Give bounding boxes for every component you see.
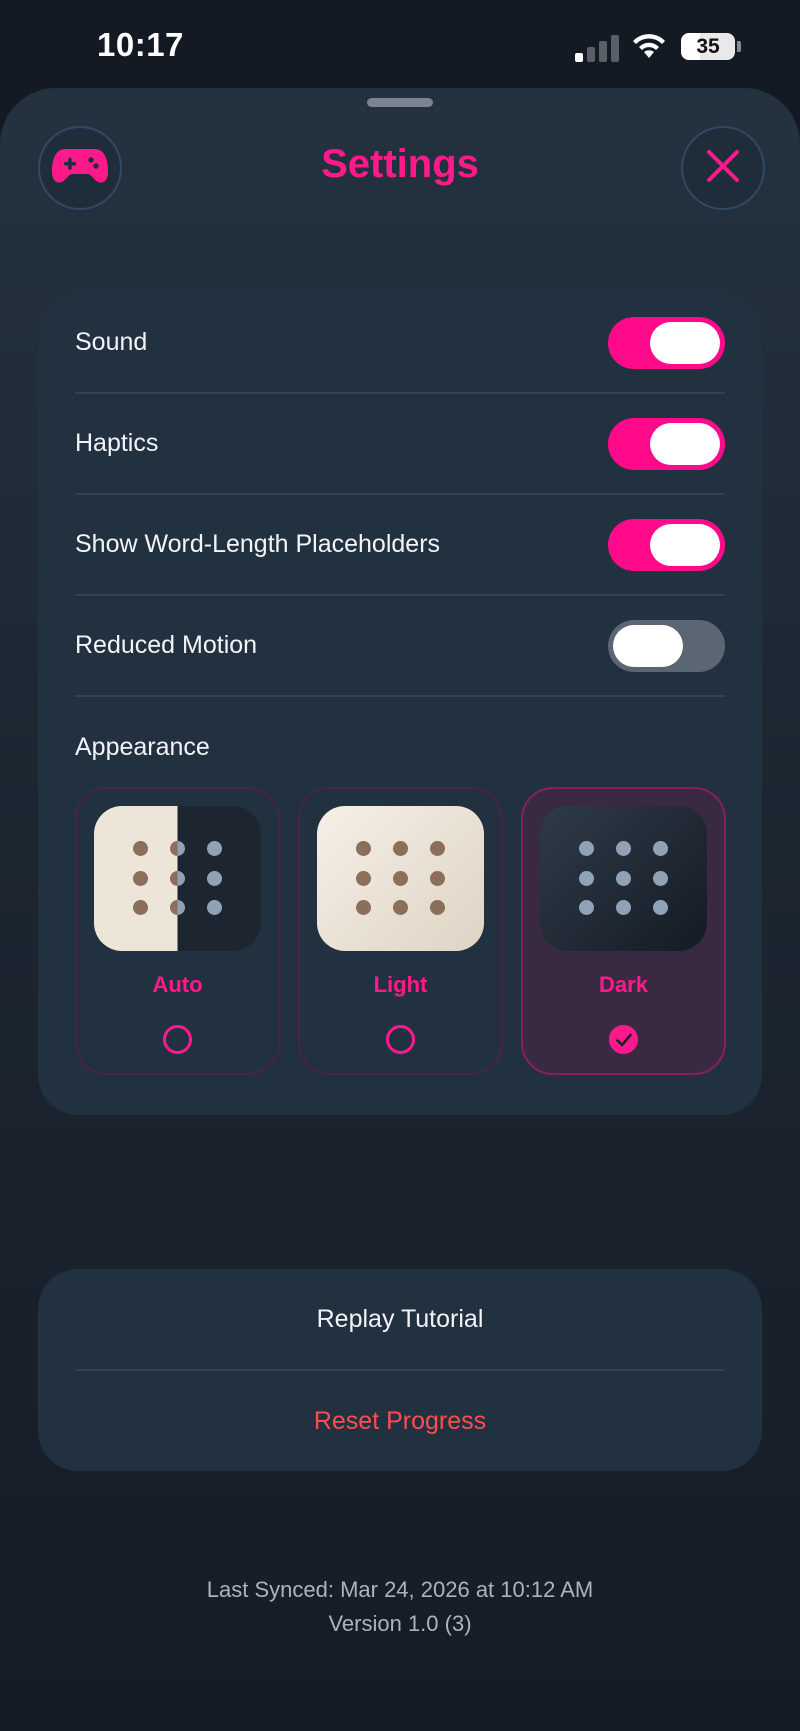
appearance-option-light[interactable]: Light bbox=[298, 787, 503, 1075]
reduced-motion-toggle[interactable] bbox=[608, 620, 725, 672]
dark-radio[interactable] bbox=[609, 1025, 638, 1054]
setting-row-haptics: Haptics bbox=[75, 394, 725, 495]
setting-row-sound: Sound bbox=[75, 293, 725, 394]
status-bar: 10:17 35 bbox=[0, 0, 800, 90]
appearance-heading: Appearance bbox=[75, 733, 210, 761]
last-synced-text: Last Synced: Mar 24, 2026 at 10:12 AM bbox=[206, 1577, 594, 1602]
auto-radio[interactable] bbox=[163, 1025, 192, 1054]
dark-theme-preview-icon bbox=[540, 806, 707, 951]
close-button[interactable] bbox=[681, 126, 765, 210]
sheet-grabber[interactable] bbox=[367, 98, 433, 107]
appearance-option-auto[interactable]: Auto bbox=[75, 787, 280, 1075]
theme-label: Auto bbox=[152, 972, 203, 997]
checkmark-icon bbox=[616, 1033, 632, 1047]
battery-icon: 35 bbox=[681, 33, 735, 60]
close-icon bbox=[706, 149, 740, 188]
light-theme-preview-icon bbox=[317, 806, 484, 951]
wifi-icon bbox=[630, 32, 668, 60]
reset-progress-button[interactable]: Reset Progress bbox=[38, 1371, 762, 1471]
light-radio[interactable] bbox=[386, 1025, 415, 1054]
theme-label: Dark bbox=[599, 972, 648, 997]
setting-row-reduced-motion: Reduced Motion bbox=[75, 596, 725, 697]
appearance-option-dark[interactable]: Dark bbox=[521, 787, 726, 1075]
toggle-knob bbox=[650, 423, 720, 465]
word-length-placeholders-toggle[interactable] bbox=[608, 519, 725, 571]
haptics-toggle[interactable] bbox=[608, 418, 725, 470]
version-text: Version 1.0 (3) bbox=[328, 1611, 472, 1636]
setting-label: Reduced Motion bbox=[75, 631, 258, 659]
page-title: Settings bbox=[321, 142, 479, 186]
setting-label: Sound bbox=[75, 328, 148, 356]
replay-tutorial-button[interactable]: Replay Tutorial bbox=[38, 1269, 762, 1369]
actions-card: Replay Tutorial Reset Progress bbox=[38, 1269, 762, 1471]
setting-label: Haptics bbox=[75, 429, 159, 457]
setting-row-word-length-placeholders: Show Word-Length Placeholders bbox=[75, 495, 725, 596]
toggle-knob bbox=[650, 524, 720, 566]
battery-level: 35 bbox=[696, 35, 720, 58]
sound-toggle[interactable] bbox=[608, 317, 725, 369]
setting-label: Show Word-Length Placeholders bbox=[75, 530, 441, 558]
auto-theme-preview-icon bbox=[94, 806, 261, 951]
settings-card: Sound Haptics Show Word-Length Placehold… bbox=[38, 293, 762, 1115]
battery-tip bbox=[737, 41, 741, 52]
status-time: 10:17 bbox=[97, 26, 184, 63]
cellular-signal-icon bbox=[575, 34, 619, 62]
toggle-knob bbox=[613, 625, 683, 667]
theme-label: Light bbox=[373, 972, 428, 997]
settings-sheet: Settings Sound Haptics Show Word-Length … bbox=[0, 88, 800, 1731]
toggle-knob bbox=[650, 322, 720, 364]
